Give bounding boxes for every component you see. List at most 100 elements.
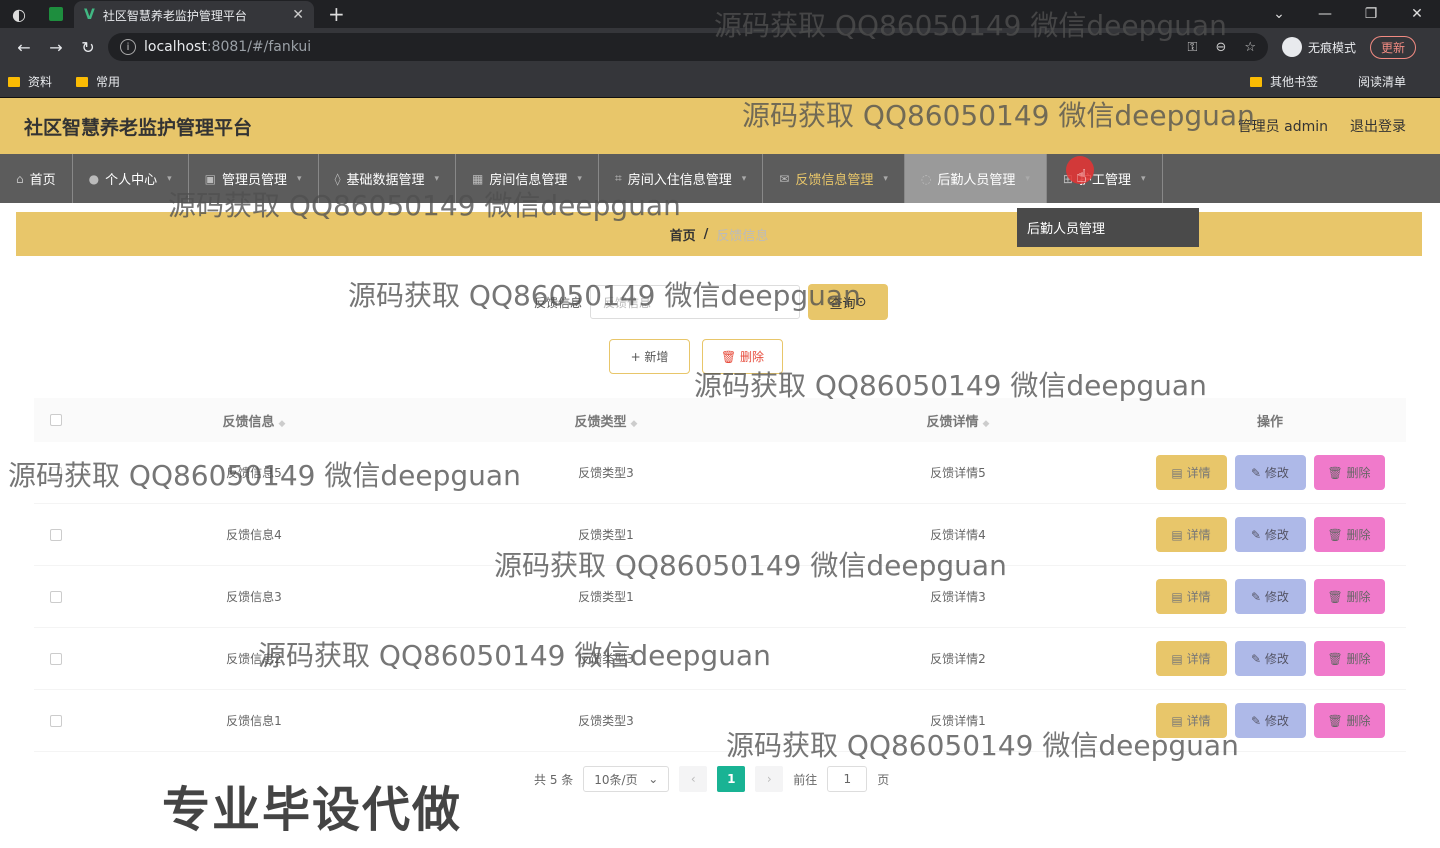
pagination: 共 5 条 10条/页 ⌄ ‹ 1 › 前往 1 页 [534, 766, 889, 792]
delete-button[interactable]: 🗑 删除 [1313, 703, 1385, 738]
sort-icon[interactable]: ◆ [631, 419, 638, 429]
row-actions: ▤ 详情 ✎ 修改 🗑 删除 [1134, 579, 1406, 614]
tab-title: 社区智慧养老监护管理平台 [102, 8, 247, 23]
page-size-select[interactable]: 10条/页 ⌄ [583, 766, 670, 792]
trash-icon: 🗑 [1327, 589, 1347, 604]
detail-button[interactable]: ▤ 详情 [1155, 641, 1227, 676]
reading-list-label: 阅读清单 [1357, 75, 1406, 89]
bookmark-folder[interactable]: 常用 [76, 73, 120, 90]
bookmark-folder[interactable]: 资料 [8, 73, 52, 90]
tab-search-icon[interactable]: ⌄ [1256, 6, 1302, 22]
watermark: 源码获取 QQ86050149 微信deepguan [494, 549, 1007, 582]
header-operations: 操作 [1256, 414, 1283, 430]
overlay-ad-text: 专业毕设代做 [162, 782, 463, 838]
cell-detail: 反馈详情5 [930, 466, 986, 480]
bookmarks-right: 其他书签 阅读清单 [1249, 73, 1430, 90]
detail-label: 详情 [1186, 590, 1211, 604]
total-count: 共 5 条 [534, 772, 574, 787]
delete-label: 删除 [1346, 714, 1371, 728]
site-info-icon[interactable]: i [120, 39, 136, 55]
delete-button[interactable]: 🗑 删除 [1313, 641, 1385, 676]
nav-logistics-staff[interactable]: ◌ 后勤人员管理 ▾ [904, 154, 1047, 203]
update-button[interactable]: 更新 [1370, 35, 1417, 59]
incognito-indicator[interactable]: 无痕模式 [1282, 37, 1356, 57]
incognito-label: 无痕模式 [1308, 40, 1357, 55]
dropdown-logistics-staff[interactable]: 后勤人员管理 [1017, 208, 1199, 247]
trash-icon: 🗑 [1327, 527, 1347, 542]
chevron-down-icon: ▾ [577, 173, 582, 184]
edit-label: 修改 [1264, 466, 1289, 480]
watermark: 源码获取 QQ86050149 微信deepguan [348, 279, 861, 312]
close-tab-icon[interactable]: ✕ [292, 7, 304, 23]
next-page-button[interactable]: › [755, 766, 784, 792]
row-checkbox[interactable] [50, 590, 62, 603]
edit-button[interactable]: ✎ 修改 [1234, 579, 1306, 614]
pencil-icon: ✎ [1251, 651, 1265, 666]
header-label: 反馈信息 [222, 414, 275, 430]
nav-home[interactable]: ⌂ 首页 [0, 154, 73, 203]
staff-icon: ◌ [920, 171, 932, 186]
edit-button[interactable]: ✎ 修改 [1234, 517, 1306, 552]
edit-button[interactable]: ✎ 修改 [1234, 455, 1306, 490]
extension-icon[interactable]: ◐ [0, 0, 38, 28]
sort-icon[interactable]: ◆ [983, 419, 990, 429]
folder-icon [8, 76, 20, 87]
forward-icon[interactable]: → [40, 38, 72, 57]
header-feedback-type[interactable]: 反馈类型 ◆ [430, 411, 782, 430]
edit-button[interactable]: ✎ 修改 [1234, 641, 1306, 676]
add-button[interactable]: + 新增 [609, 339, 690, 374]
header-label: 反馈详情 [926, 414, 979, 430]
nav-feedback[interactable]: ✉ 反馈信息管理 ▾ [763, 154, 905, 203]
restore-icon[interactable]: ❐ [1348, 6, 1394, 22]
sort-icon[interactable]: ◆ [279, 419, 286, 429]
header-feedback-detail[interactable]: 反馈详情 ◆ [782, 411, 1134, 430]
header-user-area: 管理员 admin 退出登录 [1238, 116, 1406, 136]
back-icon[interactable]: ← [8, 38, 40, 57]
close-window-icon[interactable]: ✕ [1394, 6, 1440, 22]
logout-link[interactable]: 退出登录 [1350, 116, 1406, 136]
detail-button[interactable]: ▤ 详情 [1155, 455, 1227, 490]
goto-label: 前往 [793, 772, 818, 787]
nav-nurse[interactable]: ⊞护工管理▾ [1047, 154, 1163, 203]
reload-icon[interactable]: ↻ [72, 38, 104, 57]
active-tab[interactable]: V 社区智慧养老监护管理平台 ✕ [74, 1, 314, 29]
window-controls: ⌄ — ❐ ✕ [1256, 0, 1440, 28]
folder-icon [76, 76, 89, 87]
row-checkbox[interactable] [50, 528, 62, 541]
watermark: 源码获取 QQ86050149 微信deepguan [726, 729, 1239, 762]
delete-button[interactable]: 🗑 删除 [1313, 517, 1385, 552]
select-all-checkbox[interactable] [50, 414, 62, 426]
breadcrumb-home[interactable]: 首页 [670, 225, 696, 244]
detail-label: 详情 [1186, 528, 1211, 542]
reading-list[interactable]: 阅读清单 [1358, 73, 1406, 90]
goto-page-input[interactable]: 1 [827, 766, 868, 792]
row-actions: ▤ 详情 ✎ 修改 🗑 删除 [1134, 641, 1406, 676]
watermark: 源码获取 QQ86050149 微信deepguan [714, 9, 1227, 42]
page-number[interactable]: 1 [717, 766, 746, 792]
other-bookmarks[interactable]: 其他书签 [1249, 73, 1318, 90]
header-feedback-info[interactable]: 反馈信息 ◆ [78, 411, 430, 430]
chevron-down-icon: ▾ [297, 173, 302, 184]
minimize-icon[interactable]: — [1302, 6, 1348, 22]
chevron-down-icon: ⌄ [648, 772, 659, 786]
delete-label: 删除 [1346, 528, 1371, 542]
new-tab-button[interactable]: + [328, 2, 345, 26]
sheet-icon [49, 7, 63, 21]
row-actions: ▤ 详情 ✎ 修改 🗑 删除 [1134, 455, 1406, 490]
detail-button[interactable]: ▤ 详情 [1155, 517, 1227, 552]
edit-button[interactable]: ✎ 修改 [1234, 703, 1306, 738]
vue-logo-icon: V [84, 7, 95, 23]
delete-button[interactable]: 🗑 删除 [1313, 579, 1385, 614]
cell-detail: 反馈详情3 [930, 590, 986, 604]
prev-page-button[interactable]: ‹ [679, 766, 708, 792]
row-checkbox[interactable] [50, 652, 62, 665]
chevron-down-icon: ▾ [1025, 173, 1030, 184]
edit-label: 修改 [1264, 528, 1289, 542]
detail-button[interactable]: ▤ 详情 [1155, 579, 1227, 614]
watermark: 源码获取 QQ86050149 微信deepguan [168, 189, 681, 222]
chevron-down-icon: ▾ [741, 173, 747, 184]
pinned-tab[interactable] [38, 0, 74, 28]
delete-button[interactable]: 🗑 删除 [1313, 455, 1385, 490]
star-icon[interactable]: ☆ [1244, 40, 1256, 55]
row-checkbox[interactable] [50, 714, 62, 727]
